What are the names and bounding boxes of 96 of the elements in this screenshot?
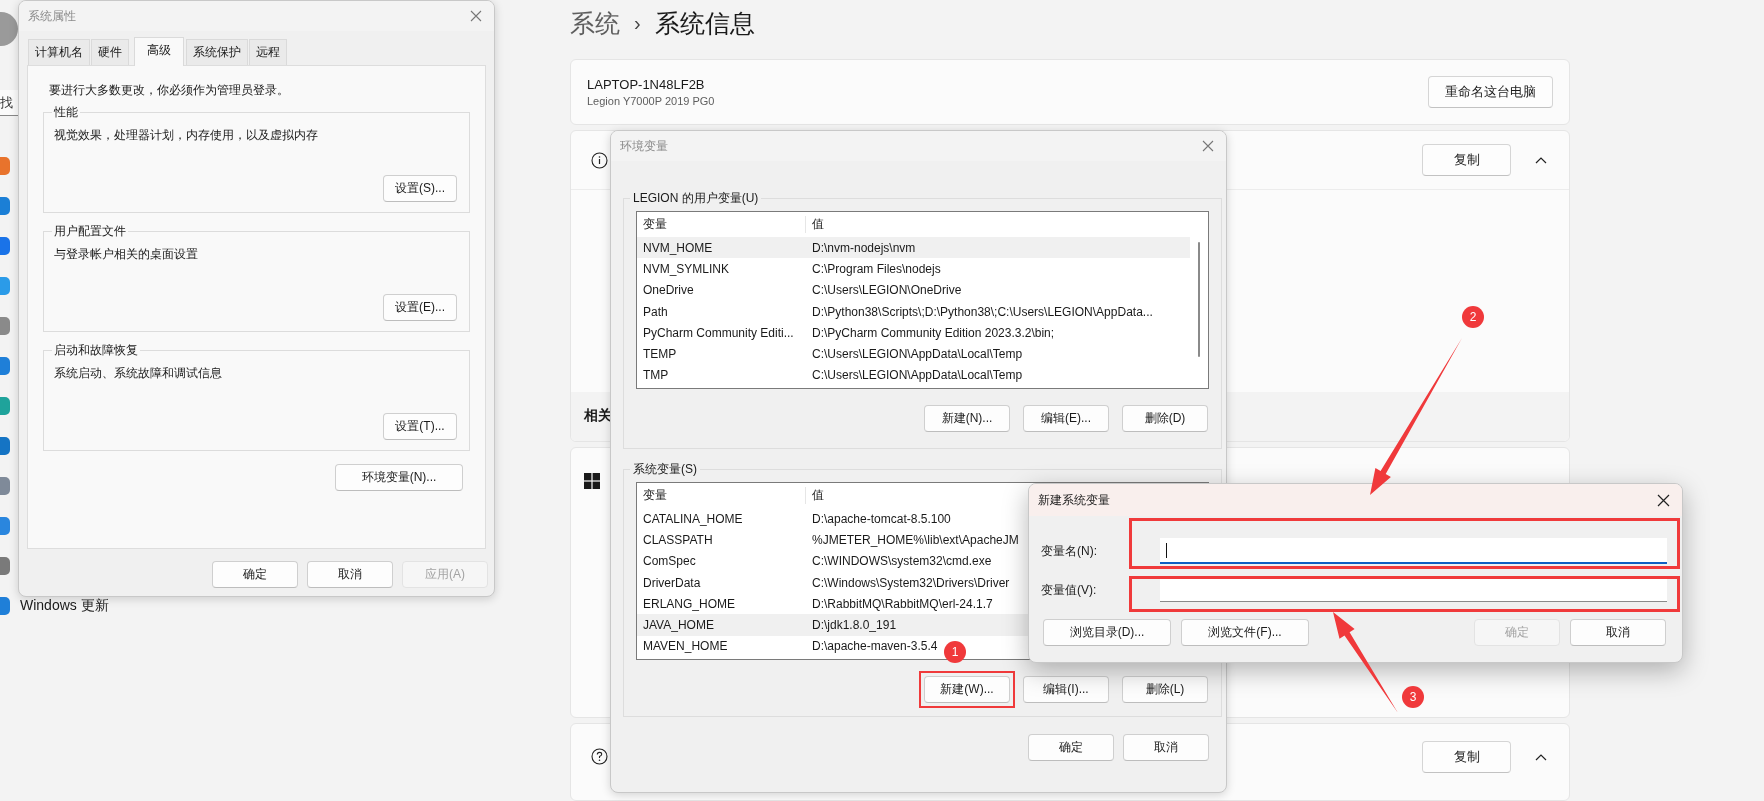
table-cell-text: C:\Program Files\nodejs xyxy=(811,261,941,276)
rename-button[interactable]: 重命名这台电脑 xyxy=(1428,76,1553,109)
settings-button[interactable]: 设置(T)... xyxy=(383,413,457,440)
sidebar-item[interactable]: Windows 更新 xyxy=(20,597,109,615)
group-description: 视觉效果，处理器计划，内存使用，以及虚拟内存 xyxy=(54,127,319,144)
placeholder: 找 xyxy=(0,93,13,112)
column-header: 值 xyxy=(811,216,824,233)
dialog-button[interactable]: 删除(L) xyxy=(1122,676,1208,703)
table-cell-text: CATALINA_HOME xyxy=(642,511,744,526)
tab[interactable]: 远程 xyxy=(249,39,287,65)
dialog-button[interactable]: 确定 xyxy=(1028,734,1114,761)
settings-button[interactable]: 设置(S)... xyxy=(383,175,457,202)
table-cell-text: JAVA_HOME xyxy=(642,618,715,633)
group-title: LEGION 的用户变量(U) xyxy=(632,190,760,207)
table-cell-text: PyCharm Community Editi... xyxy=(642,325,795,340)
dialog-button[interactable]: 取消 xyxy=(1570,619,1666,646)
dialog-button[interactable]: 取消 xyxy=(307,561,393,588)
table-cell-text: C:\WINDOWS\system32\cmd.exe xyxy=(811,554,992,569)
field-label: 变量名(N): xyxy=(1041,543,1098,560)
tab[interactable]: 硬件 xyxy=(91,39,129,65)
grid-icon xyxy=(584,472,600,489)
text-cursor xyxy=(1166,542,1167,558)
page-title: 系统信息 xyxy=(654,7,755,39)
tab[interactable]: 系统保护 xyxy=(186,39,248,65)
variable-row[interactable]: NVM_SYMLINK C:\Program Files\nodejs xyxy=(637,258,1190,280)
table-cell-text: ERLANG_HOME xyxy=(642,596,737,611)
tab[interactable]: 高级 xyxy=(134,37,184,66)
breadcrumb-separator: › xyxy=(634,11,641,35)
input-field[interactable] xyxy=(1160,579,1667,602)
scrollbar[interactable] xyxy=(1198,242,1200,357)
table-cell-text: NVM_HOME xyxy=(642,240,714,255)
table-cell-text: D:\RabbitMQ\RabbitMQ\erl-24.1.7 xyxy=(811,596,993,611)
close-icon[interactable] xyxy=(1657,493,1670,507)
device-model: Legion Y7000P 2019 PG0 xyxy=(587,95,716,108)
table-cell-text: C:\Users\LEGION\AppData\Local\Temp xyxy=(811,368,1023,383)
table-cell-text: NVM_SYMLINK xyxy=(642,261,731,276)
window-title: 新建系统变量 xyxy=(1038,491,1111,509)
variable-row[interactable]: Path D:\Python38\Scripts\;D:\Python38\;C:\Users\LEGION\AppData... xyxy=(637,300,1190,323)
column-header: 值 xyxy=(811,487,824,504)
variable-row[interactable]: TEMP C:\Users\LEGION\AppData\Local\Temp xyxy=(637,343,1190,365)
table-cell-text: Path xyxy=(642,304,669,319)
table-cell-text: C:\Windows\System32\Drivers\Driver xyxy=(811,575,1010,590)
group-title: 启动和故障恢复 xyxy=(53,342,139,359)
device-name: LAPTOP-1N48LF2B xyxy=(587,77,706,93)
variable-row[interactable]: NVM_HOME D:\nvm-nodejs\nvm xyxy=(637,237,1190,259)
settings-button[interactable]: 设置(E)... xyxy=(383,294,457,321)
variable-row[interactable]: TMP C:\Users\LEGION\AppData\Local\Temp xyxy=(637,364,1190,387)
notice-text: 要进行大多数更改，你必须作为管理员登录。 xyxy=(49,82,290,99)
copy-button[interactable]: 复制 xyxy=(1422,144,1511,177)
dialog-button[interactable]: 新建(W)... xyxy=(924,676,1010,703)
dialog-button[interactable]: 新建(N)... xyxy=(924,405,1010,432)
table-cell-text: C:\Users\LEGION\AppData\Local\Temp xyxy=(811,347,1023,362)
dialog-button[interactable]: 浏览文件(F)... xyxy=(1181,619,1309,646)
group-description: 与登录帐户相关的桌面设置 xyxy=(54,246,199,263)
help-icon xyxy=(591,748,608,766)
env-vars-button[interactable]: 环境变量(N)... xyxy=(335,464,463,491)
tab[interactable]: 计算机名 xyxy=(28,39,90,65)
table-cell-text: MAVEN_HOME xyxy=(642,639,729,654)
dialog-button[interactable]: 确定 xyxy=(212,561,298,588)
table-cell-text: D:\apache-tomcat-8.5.100 xyxy=(811,511,951,526)
dialog-button[interactable]: 浏览目录(D)... xyxy=(1043,619,1171,646)
group-title: 系统变量(S) xyxy=(632,461,698,478)
table-cell-text: D:\Python38\Scripts\;D:\Python38\;C:\Users\LEGION\AppData... xyxy=(811,304,1153,319)
copy-button[interactable]: 复制 xyxy=(1422,740,1511,773)
input-field[interactable] xyxy=(1160,538,1667,564)
variable-row[interactable]: OneDrive C:\Users\LEGION\OneDrive xyxy=(637,279,1190,301)
group-description: 系统启动、系统故障和调试信息 xyxy=(54,365,223,382)
chevron-up-icon[interactable] xyxy=(1535,752,1547,761)
table-cell-text: D:\nvm-nodejs\nvm xyxy=(811,240,916,255)
chevron-up-icon[interactable] xyxy=(1535,156,1547,165)
table-cell-text: D:\jdk1.8.0_191 xyxy=(811,618,897,633)
window-title: 环境变量 xyxy=(620,137,669,155)
breadcrumb-link[interactable]: 系统 xyxy=(570,6,620,40)
dialog-button[interactable]: 删除(D) xyxy=(1122,405,1208,432)
table-cell-text: DriverData xyxy=(642,575,702,590)
field-label: 变量值(V): xyxy=(1041,582,1098,599)
table-cell-text: D:\apache-maven-3.5.4 xyxy=(811,639,938,654)
table-cell-text: ComSpec xyxy=(642,554,697,569)
table-cell-text: OneDrive xyxy=(642,283,695,298)
dialog-button[interactable]: 编辑(I)... xyxy=(1023,676,1109,703)
group-title: 用户配置文件 xyxy=(53,223,127,240)
column-header: 变量 xyxy=(637,216,806,233)
info-icon xyxy=(591,151,608,169)
table-cell-text: C:\Users\LEGION\OneDrive xyxy=(811,283,962,298)
table-cell-text: D:\PyCharm Community Edition 2023.3.2\bin; xyxy=(811,325,1055,340)
window-title: 系统属性 xyxy=(28,7,77,25)
variable-row[interactable]: PyCharm Community Editi... D:\PyCharm Community Edition 2023.3.2\bin; xyxy=(637,322,1190,344)
section-heading: 相关 xyxy=(584,407,612,426)
table-cell-text: TMP xyxy=(642,368,670,383)
table-cell-text: TEMP xyxy=(642,347,678,362)
dialog-button[interactable]: 取消 xyxy=(1123,734,1209,761)
column-header: 变量 xyxy=(637,487,806,504)
group-title: 性能 xyxy=(53,104,79,121)
dialog-button[interactable]: 编辑(E)... xyxy=(1023,405,1109,432)
table-cell-text: %JMETER_HOME%\lib\ext\ApacheJM xyxy=(811,532,1019,547)
table-cell-text: CLASSPATH xyxy=(642,532,714,547)
